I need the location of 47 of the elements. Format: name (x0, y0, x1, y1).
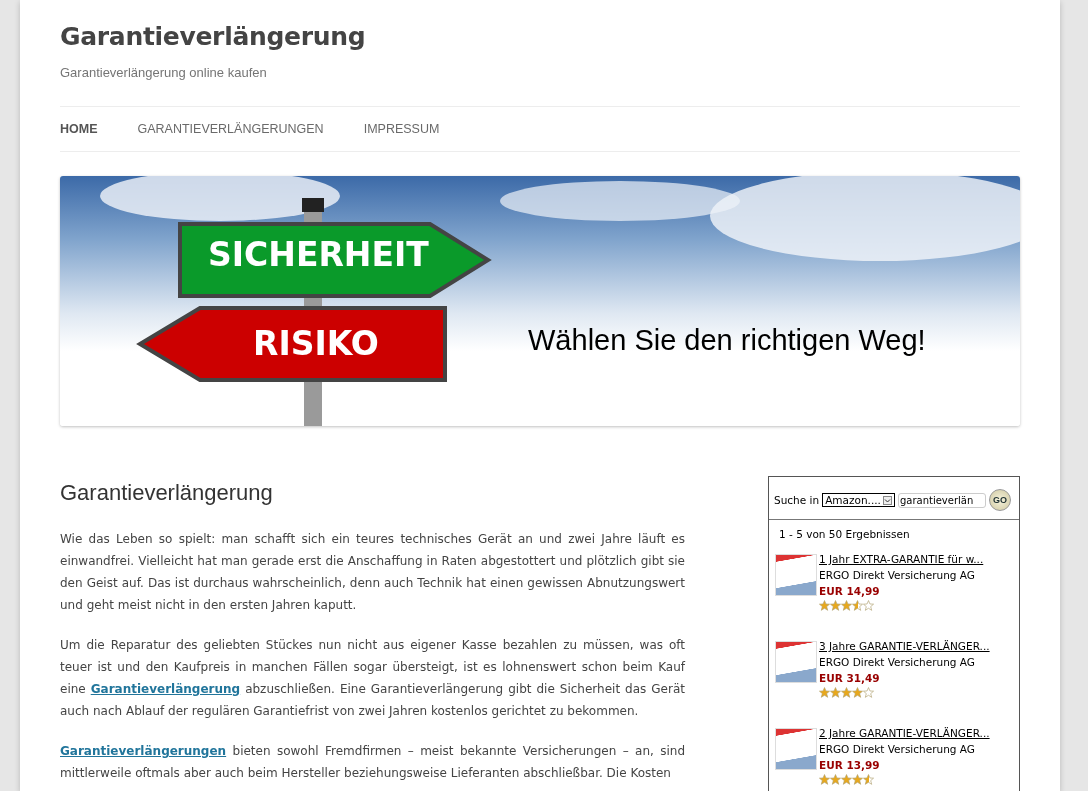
product-seller: ERGO Direkt Versicherung AG (819, 742, 976, 757)
article-paragraph: Um die Reparatur des geliebten Stückes nun nicht aus eigener Kasse bezahlen zu müssen, was oft teuer ist und den Kaufpreis in manchen Fällen sogar übersteigt, ist es lohnenswert schon beim Kauf eine Garantieverlängerung abzuschließen. Eine Garantieverlängerung gibt die Sicherheit das Gerät auch nach Ablauf der regulären Garantiefrist von zwei Jahren kostenlos gerichtet zu bekommen. (60, 637, 685, 720)
product-link[interactable]: 3 Jahre GARANTIE-VERLÄNGER... (819, 638, 990, 654)
nav-link[interactable]: GARANTIEVERLÄNGERUNGEN (137, 122, 324, 136)
banner-slogan: Wählen Sie den richtigen Weg! (528, 324, 926, 357)
star-icon (841, 774, 852, 785)
star-icon (863, 687, 874, 698)
star-icon (852, 774, 863, 785)
star-icon (819, 687, 830, 698)
product-link[interactable]: 1 Jahr EXTRA-GARANTIE für w... (819, 551, 984, 567)
product-image[interactable] (775, 641, 817, 683)
product-link[interactable]: 2 Jahre GARANTIE-VERLÄNGER... (819, 725, 990, 741)
go-button[interactable]: GO (988, 489, 1011, 511)
product-price: EUR 31,49 (819, 671, 881, 686)
nav-link[interactable]: IMPRESSUM (363, 122, 440, 136)
article-heading: Garantieverlängerung (60, 480, 274, 506)
star-icon (841, 687, 852, 698)
article-link[interactable]: Garantieverlängerung (90, 682, 241, 696)
star-icon (830, 600, 841, 611)
search-field[interactable]: garantieverlän (897, 492, 986, 508)
site-title[interactable]: Garantieverlängerung (60, 0, 1020, 51)
star-icon (863, 600, 874, 611)
product-seller: ERGO Direkt Versicherung AG (819, 568, 976, 583)
star-icon (852, 687, 863, 698)
store-dropdown[interactable]: Amazon.... (822, 493, 895, 507)
article-link[interactable]: Garantieverlängerungen (60, 744, 227, 758)
nav-link[interactable]: HOME (60, 122, 98, 136)
star-icon (830, 774, 841, 785)
caret-icon (882, 495, 892, 505)
star-icon (819, 774, 830, 785)
product-price: EUR 14,99 (819, 584, 881, 599)
article-paragraph: Wie das Leben so spielt: man schafft sich ein teures technisches Gerät an und zwei Jahre läuft es einwandfrei. Vielleicht hat man gerade erst die Anschaffung in Raten abgestottert und plötzlich gibt sie den Geist auf. Das ist durchaus wahrscheinlich, denn auch Technik hat einen gewissen Abnutzungswert und geht meist nicht in den ersten Jahren kaputt. (60, 531, 685, 614)
results-count: 1 - 5 von 50 Ergebnissen (778, 527, 911, 542)
site-tagline: Garantieverlängerung online kaufen (60, 65, 268, 80)
product-image[interactable] (775, 554, 817, 596)
sign-label: RISIKO (253, 325, 379, 363)
sign-label: SICHERHEIT (208, 236, 429, 274)
star-icon (830, 687, 841, 698)
star-icon (852, 600, 863, 611)
search-label: Suche in (774, 494, 820, 506)
star-icon (841, 600, 852, 611)
star-icon (819, 600, 830, 611)
product-image[interactable] (775, 728, 817, 770)
article-paragraph: Garantieverlängerungen bieten sowohl Fremdfirmen – meist bekannte Versicherungen – an, sind mittlerweile oftmals aber auch beim Hersteller beziehungsweise Lieferanten abschließbar. Die Kosten (60, 743, 685, 782)
product-price: EUR 13,99 (819, 758, 881, 773)
star-icon (863, 774, 874, 785)
product-seller: ERGO Direkt Versicherung AG (819, 655, 976, 670)
